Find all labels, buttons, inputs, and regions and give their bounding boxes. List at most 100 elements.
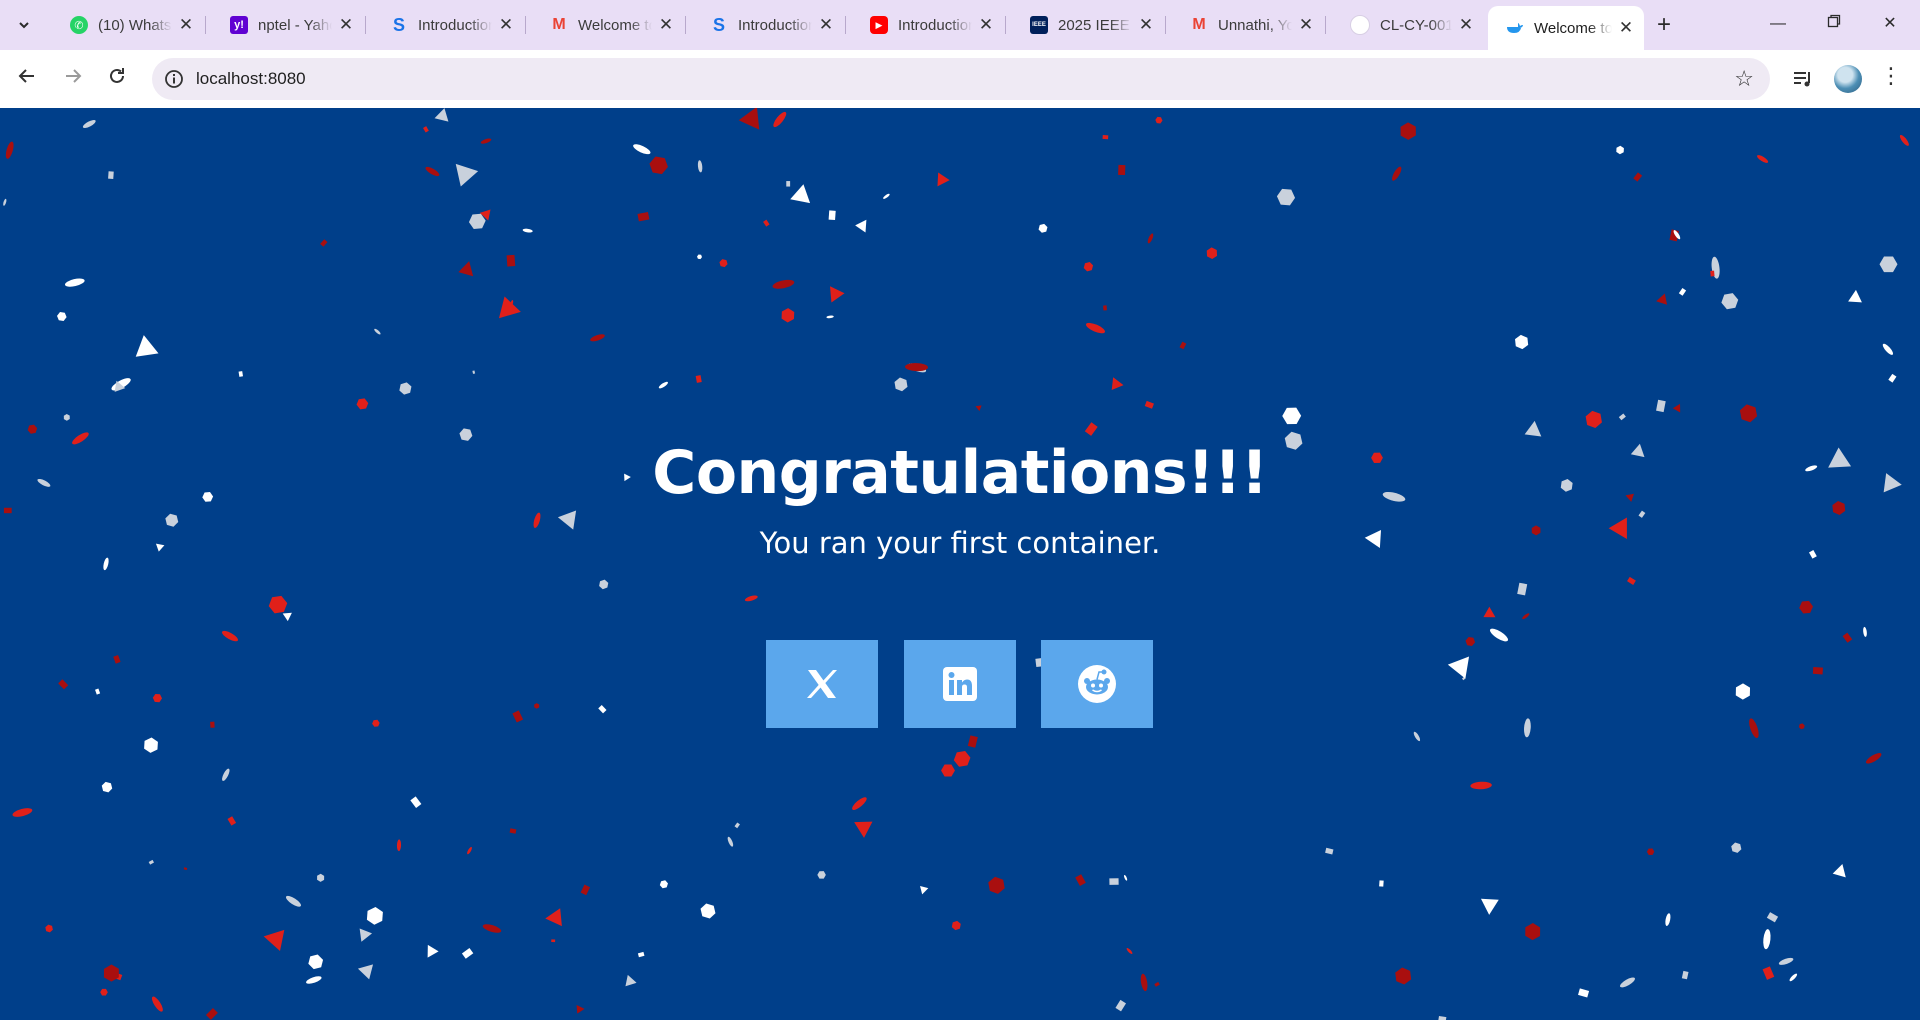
- confetti-piece: [317, 873, 325, 882]
- confetti-piece: [1638, 510, 1646, 518]
- confetti-piece: [1147, 233, 1154, 244]
- whatsapp-icon: ✆: [70, 16, 88, 34]
- tab-strip: ✆ (10) WhatsApp ✕ y! nptel - Yahoo ✕ S I…: [0, 0, 1920, 50]
- confetti-piece: [1757, 155, 1769, 163]
- docker-icon: [1506, 19, 1524, 37]
- back-button[interactable]: [12, 64, 42, 94]
- tab-whatsapp[interactable]: ✆ (10) WhatsApp ✕: [52, 6, 206, 44]
- share-x-button[interactable]: [766, 640, 878, 728]
- confetti-piece: [1863, 626, 1867, 637]
- confetti-piece: [1102, 134, 1109, 140]
- forward-button[interactable]: [58, 64, 88, 94]
- confetti-piece: [1665, 913, 1671, 926]
- confetti-piece: [356, 398, 369, 410]
- close-icon[interactable]: ✕: [1458, 15, 1474, 35]
- ieee-icon: IEEE: [1030, 16, 1048, 34]
- profile-avatar[interactable]: [1834, 65, 1862, 93]
- close-icon[interactable]: ✕: [1138, 15, 1154, 35]
- confetti-piece: [1282, 407, 1302, 425]
- confetti-piece: [1832, 864, 1846, 878]
- confetti-piece: [522, 228, 533, 233]
- confetti-piece: [1155, 116, 1163, 124]
- restore-button[interactable]: [1806, 6, 1862, 42]
- tab-introduction-2[interactable]: S Introduction ✕: [692, 6, 846, 44]
- confetti-piece: [637, 211, 650, 222]
- confetti-piece: [1109, 878, 1119, 885]
- confetti-piece: [1681, 970, 1689, 980]
- new-tab-button[interactable]: +: [1652, 8, 1676, 42]
- close-icon[interactable]: ✕: [498, 15, 514, 35]
- tab-search-button[interactable]: [10, 11, 38, 39]
- reload-button[interactable]: [102, 64, 132, 94]
- confetti-piece: [937, 172, 950, 187]
- confetti-piece: [63, 414, 70, 421]
- confetti-piece: [1400, 122, 1416, 140]
- confetti-piece: [1620, 977, 1635, 988]
- confetti-piece: [1585, 410, 1602, 428]
- confetti-decoration: [3, 108, 1909, 1020]
- confetti-piece: [1879, 256, 1898, 273]
- confetti-piece: [637, 951, 645, 958]
- confetti-piece: [894, 377, 908, 392]
- bookmark-star-icon[interactable]: ☆: [1734, 66, 1754, 92]
- confetti-piece: [472, 370, 476, 374]
- tab-introduction-1[interactable]: S Introduction ✕: [372, 6, 526, 44]
- site-info-icon[interactable]: [162, 67, 186, 91]
- confetti-piece: [1084, 422, 1098, 436]
- address-url[interactable]: localhost:8080: [196, 69, 306, 89]
- confetti-piece: [458, 261, 474, 277]
- close-icon[interactable]: ✕: [178, 15, 194, 35]
- close-icon[interactable]: ✕: [1298, 15, 1314, 35]
- close-icon[interactable]: ✕: [818, 15, 834, 35]
- confetti-piece: [461, 947, 474, 959]
- confetti-piece: [268, 595, 288, 614]
- confetti-piece: [1762, 966, 1775, 980]
- generic-site-icon: [1350, 15, 1370, 35]
- share-reddit-button[interactable]: [1041, 640, 1153, 728]
- close-icon[interactable]: ✕: [658, 15, 674, 35]
- confetti-piece: [27, 424, 38, 434]
- menu-kebab-icon[interactable]: ⋮: [1880, 63, 1902, 89]
- tab-welcome-active[interactable]: Welcome to ✕: [1488, 6, 1644, 50]
- gmail-icon: M: [552, 16, 566, 33]
- tab-youtube[interactable]: ▶ Introduction ✕: [852, 6, 1006, 44]
- confetti-piece: [285, 895, 302, 907]
- confetti-piece: [3, 507, 12, 514]
- confetti-piece: [1882, 343, 1894, 355]
- confetti-piece: [101, 781, 113, 793]
- confetti-piece: [12, 808, 33, 817]
- confetti-piece: [455, 163, 479, 187]
- close-window-button[interactable]: ✕: [1862, 6, 1918, 42]
- share-linkedin-button[interactable]: [904, 640, 1016, 728]
- yahoo-icon: y!: [230, 16, 248, 34]
- forward-arrow-icon: [66, 69, 82, 83]
- close-icon[interactable]: ✕: [1618, 18, 1634, 38]
- restore-icon: [1827, 14, 1841, 28]
- confetti-piece: [95, 688, 101, 695]
- tab-yahoo[interactable]: y! nptel - Yahoo ✕: [212, 6, 366, 44]
- confetti-piece: [1739, 404, 1758, 423]
- confetti-piece: [1731, 842, 1742, 853]
- media-control-icon[interactable]: [1790, 66, 1816, 92]
- chevron-down-icon: [19, 22, 29, 29]
- linkedin-icon: [943, 667, 977, 701]
- tab-ieee[interactable]: IEEE 2025 IEEE W ✕: [1012, 6, 1166, 44]
- address-bar[interactable]: localhost:8080 ☆: [152, 58, 1770, 100]
- confetti-piece: [649, 156, 668, 175]
- confetti-piece: [1721, 293, 1739, 310]
- minimize-button[interactable]: —: [1750, 6, 1806, 42]
- confetti-piece: [1111, 377, 1124, 390]
- tab-unnathi-gmail[interactable]: M Unnathi, Yo ✕: [1172, 6, 1326, 44]
- confetti-piece: [205, 1007, 218, 1020]
- confetti-piece: [1678, 287, 1687, 296]
- confetti-piece: [1325, 847, 1334, 855]
- confetti-piece: [659, 880, 668, 889]
- confetti-piece: [320, 239, 328, 247]
- confetti-piece: [135, 335, 159, 357]
- close-icon[interactable]: ✕: [338, 15, 354, 35]
- close-icon[interactable]: ✕: [978, 15, 994, 35]
- tab-welcome-gmail[interactable]: M Welcome to ✕: [532, 6, 686, 44]
- tab-cl-cy[interactable]: CL-CY-001 ✕: [1332, 6, 1484, 44]
- confetti-piece: [852, 797, 867, 810]
- confetti-piece: [1103, 305, 1107, 311]
